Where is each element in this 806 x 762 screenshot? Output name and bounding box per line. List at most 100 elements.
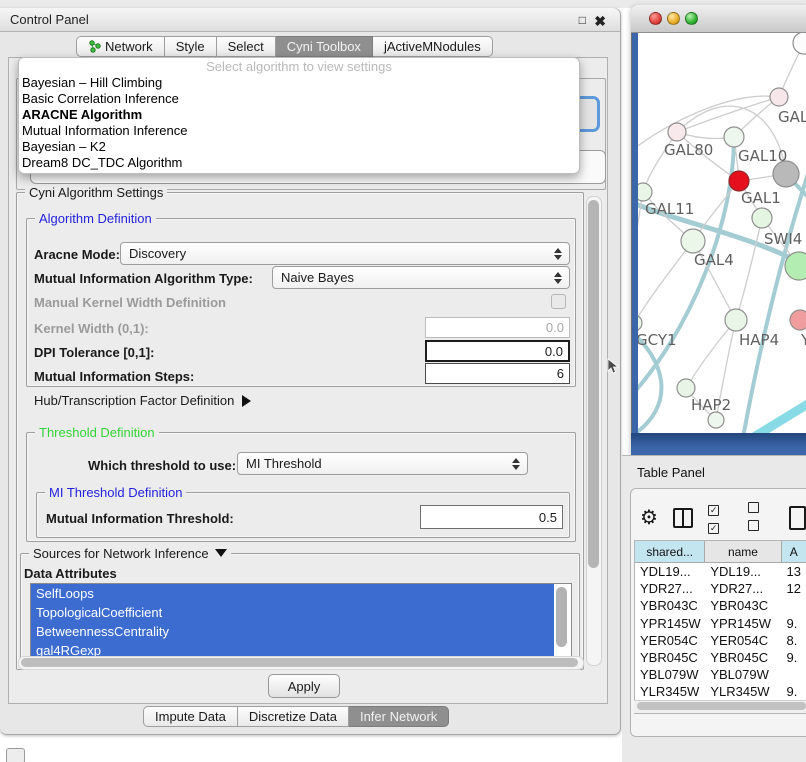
minimized-panel-icon[interactable] [6,748,25,762]
algorithm-option[interactable]: Mutual Information Inference [19,123,579,139]
network-node[interactable] [725,309,747,331]
zoom-traffic-light-icon[interactable] [685,12,698,25]
mi-threshold-field[interactable]: 0.5 [420,505,563,529]
table-cell: 9. [782,615,806,632]
network-node-label: GCY1 [638,331,677,349]
network-node-label: GAL11 [645,200,694,218]
network-node-label: GAL10 [738,147,787,165]
settings-vertical-scrollbar-thumb[interactable] [588,200,599,568]
columns-icon[interactable] [673,508,693,528]
hub-factor-section-toggle[interactable]: Hub/Transcription Factor Definition [34,393,251,408]
table-row[interactable]: YPR145WYPR145W9. [635,615,806,632]
select-all-columns-icon[interactable]: ✓✓ [708,500,733,536]
table-cell: 9. [782,683,806,700]
table-column-header[interactable]: name [705,541,781,562]
minimize-traffic-light-icon[interactable] [667,12,680,25]
network-edge [736,218,762,320]
network-node[interactable] [790,310,806,330]
tab-cyni-toolbox[interactable]: Cyni Toolbox [276,36,373,57]
settings-horizontal-scrollbar-thumb[interactable] [21,658,578,667]
table-row[interactable]: YLR345WYLR345W9. [635,683,806,700]
table-column-header[interactable]: A [782,541,806,562]
mi-threshold-label: Mutual Information Threshold: [46,511,234,526]
table-row[interactable]: YER054CYER054C8. [635,632,806,649]
mi-type-label: Mutual Information Algorithm Type: [34,271,253,286]
kernel-width-field[interactable]: 0.0 [425,317,570,338]
table-row[interactable]: YBR045CYBR045C9. [635,649,806,666]
apply-button[interactable]: Apply [268,674,340,698]
tab-jactivemnodules[interactable]: jActiveMNodules [373,36,493,57]
network-node[interactable] [681,229,705,253]
network-node[interactable] [729,171,749,191]
network-window-frame [631,433,806,455]
algorithm-option[interactable]: Bayesian – Hill Climbing [19,75,579,91]
float-window-icon[interactable]: □ [579,13,586,27]
tab-style[interactable]: Style [165,36,217,57]
node-table[interactable]: shared...nameA YDL19...YDL19...13YDR27..… [634,540,806,714]
mi-steps-field[interactable]: 6 [425,363,570,384]
table-column-header[interactable]: shared... [635,541,705,562]
network-node[interactable] [638,183,652,201]
close-traffic-light-icon[interactable] [649,12,662,25]
mi-type-combobox[interactable]: Naive Bayes [272,266,570,289]
network-node-label: HAP4 [739,331,779,349]
algorithm-option[interactable]: Basic Correlation Inference [19,91,579,107]
aracne-mode-combobox[interactable]: Discovery [120,242,570,265]
close-window-icon[interactable]: ✖ [594,13,606,30]
mi-threshold-title: MI Threshold Definition [45,485,186,500]
table-row[interactable]: YBR043CYBR043C [635,597,806,614]
tab-discretize-data[interactable]: Discretize Data [238,706,349,727]
table-cell: YDR27... [635,580,705,597]
data-attribute-item[interactable]: BetweennessCentrality [31,622,554,641]
data-attribute-item[interactable]: SelfLoops [31,584,554,603]
tab-network[interactable]: Network [76,36,165,57]
which-threshold-combobox[interactable]: MI Threshold [237,452,528,475]
list-scrollbar-thumb[interactable] [556,587,567,647]
data-attribute-item[interactable]: gal4RGexp [31,641,554,657]
deselect-all-columns-icon[interactable] [748,500,773,536]
manual-kernel-label: Manual Kernel Width Definition [34,295,226,310]
network-node-label: GAL1 [741,189,781,207]
network-node[interactable] [793,33,806,54]
network-node[interactable] [677,379,695,397]
network-node-label: GAL4 [694,251,734,269]
network-node-label: Y [800,331,806,349]
network-node-label: SWI4 [764,230,802,248]
tab-impute-data[interactable]: Impute Data [143,706,238,727]
sources-title[interactable]: Sources for Network Inference [29,546,231,561]
dpi-tolerance-field[interactable]: 0.0 [425,340,570,362]
manual-kernel-checkbox[interactable] [551,294,566,309]
export-table-icon[interactable] [789,506,806,530]
gear-icon[interactable]: ⚙ [640,508,658,528]
network-canvas[interactable]: GALGAL80GAL10GAL1GAL11GAL4SWI4GCY1HAP4YH… [638,33,806,433]
threshold-definition-title: Threshold Definition [35,425,159,440]
stepper-icon [554,248,562,260]
table-row[interactable]: YDL19...YDL19...13 [635,563,806,580]
algorithm-option[interactable]: Dream8 DC_TDC Algorithm [19,155,579,171]
network-edge [638,241,693,323]
table-row[interactable]: YDR27...YDR27...12 [635,580,806,597]
stepper-icon [554,272,562,284]
network-node[interactable] [638,315,642,331]
tab-select[interactable]: Select [217,36,276,57]
network-node[interactable] [724,127,744,147]
which-threshold-value: MI Threshold [246,456,322,471]
data-attribute-item[interactable]: TopologicalCoefficient [31,603,554,622]
table-horizontal-scrollbar-thumb[interactable] [637,702,806,710]
network-node[interactable] [708,412,724,428]
table-cell: YDL19... [635,563,705,580]
mouse-cursor [606,358,620,374]
network-node[interactable] [668,123,686,141]
network-node[interactable] [752,208,772,228]
algorithm-dropdown-popup: Select algorithm to view settings Bayesi… [18,57,580,174]
table-cell: 8. [782,632,806,649]
network-node[interactable] [770,88,788,106]
data-attributes-list[interactable]: SelfLoopsTopologicalCoefficientBetweenne… [30,583,572,657]
table-panel-title: Table Panel [637,465,705,480]
algorithm-option[interactable]: ARACNE Algorithm [19,107,579,123]
table-row[interactable]: YBL079WYBL079W [635,666,806,683]
tab-infer-network[interactable]: Infer Network [349,706,449,727]
network-node-label: HAP2 [691,396,731,414]
table-cell [782,597,806,614]
algorithm-option[interactable]: Bayesian – K2 [19,139,579,155]
